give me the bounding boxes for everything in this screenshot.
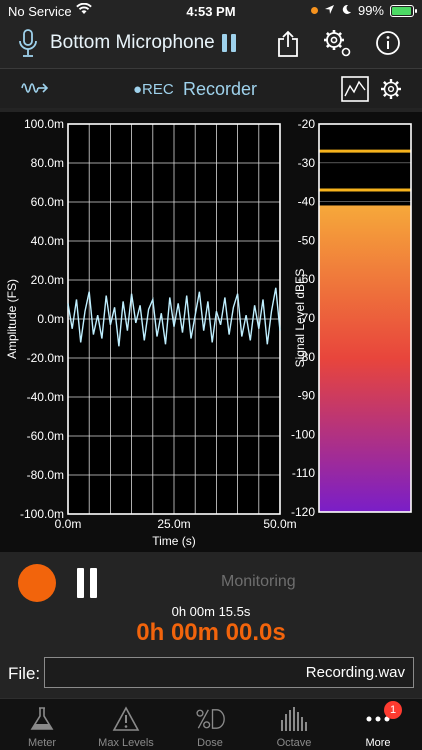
- transport-controls: Monitoring 0h 00m 15.5s 0h 00m 00.0s: [0, 555, 422, 655]
- moon-icon: [341, 3, 352, 18]
- tab-label: Octave: [276, 737, 312, 749]
- notification-badge: 1: [384, 701, 402, 719]
- file-label: File:: [8, 664, 41, 683]
- tab-octave[interactable]: Octave: [252, 699, 336, 750]
- battery-fill: [392, 6, 411, 15]
- chart-view-icon[interactable]: [340, 75, 370, 103]
- status-bar: No Service 4:53 PM 99%: [0, 0, 422, 22]
- settings-gears-icon[interactable]: [320, 26, 354, 60]
- meter-tick-label: -110: [292, 466, 315, 480]
- meter-tick-label: -100: [291, 427, 315, 441]
- rec-indicator: ●REC: [133, 81, 174, 98]
- y-tick-label: 60.0m: [31, 195, 64, 209]
- meter-tick-label: -20: [298, 117, 316, 131]
- meter-tick-label: -30: [298, 156, 316, 170]
- tab-meter[interactable]: Meter: [0, 699, 84, 750]
- tab-label: Dose: [197, 737, 223, 749]
- elapsed-time-small: 0h 00m 15.5s: [171, 604, 251, 619]
- y-tick-label: 100.0m: [24, 117, 64, 131]
- meter-tick-label: -40: [298, 195, 316, 209]
- x-tick-label: 0.0m: [55, 517, 82, 531]
- y-tick-label: -40.0m: [27, 390, 64, 404]
- location-icon: [324, 3, 335, 18]
- tab-label: More: [365, 737, 391, 749]
- charts-svg: 100.0m 80.0m 60.0m 40.0m 20.0m 0.0m -20.0m -40.…: [5, 117, 412, 548]
- y-tick-label: 40.0m: [31, 234, 64, 248]
- y-tick-label: -60.0m: [27, 429, 64, 443]
- x-tick-label: 50.0m: [263, 517, 296, 531]
- pause-input-button[interactable]: [222, 34, 236, 52]
- recording-time: 0h 00m 00.0s: [136, 619, 286, 646]
- flask-icon: [27, 705, 57, 733]
- battery-icon: [390, 4, 417, 17]
- y-tick-label: 80.0m: [31, 156, 64, 170]
- meter-axis-label: Signal Level dBFS: [293, 269, 307, 368]
- file-name-field[interactable]: Recording.wav: [44, 657, 414, 688]
- tab-label: Max Levels: [98, 737, 154, 749]
- battery-percent: 99%: [357, 3, 384, 18]
- x-tick-label: 25.0m: [157, 517, 190, 531]
- input-source-title[interactable]: Bottom Microphone: [50, 32, 215, 54]
- tab-label: Meter: [27, 737, 57, 749]
- y-tick-label: -80.0m: [27, 468, 64, 482]
- signal-level-bar: [319, 205, 411, 512]
- chart-settings-gear-icon[interactable]: [378, 76, 404, 102]
- waveform-arrow-icon[interactable]: [20, 77, 50, 99]
- info-icon[interactable]: [375, 30, 401, 56]
- top-toolbar: Bottom Microphone: [0, 22, 422, 64]
- tab-max-levels[interactable]: Max Levels: [84, 699, 168, 750]
- record-button[interactable]: [18, 564, 56, 602]
- microphone-icon[interactable]: [16, 28, 40, 60]
- meter-tick-label: -90: [298, 389, 316, 403]
- recording-indicator-icon: [310, 7, 318, 14]
- y-tick-label: 20.0m: [31, 273, 64, 287]
- octave-bars-icon: [279, 705, 309, 733]
- x-axis-label: Time (s): [152, 534, 196, 548]
- share-icon[interactable]: [274, 28, 302, 60]
- percent-d-icon: [195, 705, 225, 733]
- meter-tick-label: -120: [291, 505, 315, 519]
- monitoring-status: Monitoring: [221, 573, 296, 590]
- warning-icon: [111, 705, 141, 733]
- page-title: Recorder: [183, 79, 258, 99]
- recorder-header: ●REC Recorder: [0, 68, 422, 108]
- pause-button[interactable]: [77, 568, 97, 598]
- file-row: File: Recording.wav: [0, 655, 422, 695]
- y-tick-label: -20.0m: [27, 351, 64, 365]
- y-tick-label: 0.0m: [37, 312, 64, 326]
- tab-more[interactable]: 1 More: [336, 699, 420, 750]
- meter-tick-label: -50: [298, 233, 316, 247]
- tab-bar: Meter Max Levels Dose Octave 1 More: [0, 698, 422, 750]
- tab-dose[interactable]: Dose: [168, 699, 252, 750]
- chart-area: 100.0m 80.0m 60.0m 40.0m 20.0m 0.0m -20.0m -40.…: [0, 112, 422, 552]
- y-axis-label: Amplitude (FS): [5, 279, 19, 359]
